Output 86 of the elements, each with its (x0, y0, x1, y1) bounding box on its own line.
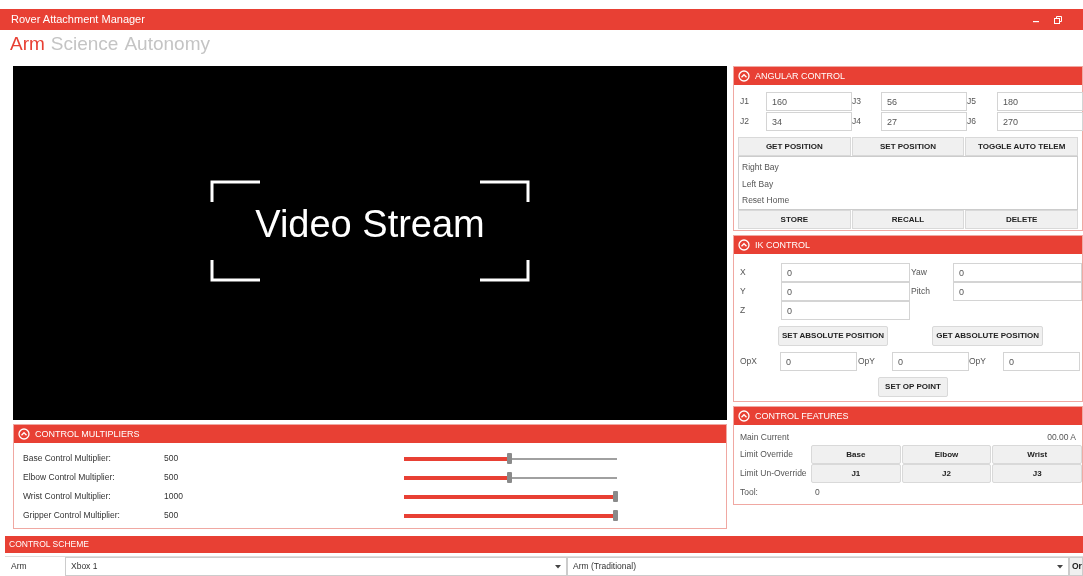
panel-title: CONTROL FEATURES (755, 411, 849, 421)
field-label: J1 (740, 95, 750, 108)
field-label: J6 (967, 115, 977, 128)
value-text: 00.00 A (1047, 430, 1076, 444)
input-field[interactable]: 0 (781, 301, 910, 320)
button[interactable]: Base (811, 445, 901, 464)
window-title: Rover Attachment Manager (11, 12, 145, 28)
input-field[interactable]: 56 (881, 92, 967, 111)
collapse-icon (738, 70, 750, 82)
panel-title: CONTROL MULTIPLIERS (35, 429, 140, 439)
button[interactable]: GET ABSOLUTE POSITION (932, 326, 1043, 346)
field-label: OpY (858, 355, 876, 368)
button[interactable]: SET OP POINT (878, 377, 948, 397)
panel-title: CONTROL SCHEME (9, 538, 89, 551)
field-label: Base Control Multiplier: (23, 452, 112, 465)
caret-icon (555, 564, 561, 569)
value-text: 1000 (164, 490, 184, 503)
dropdown[interactable]: Xbox 1 (65, 557, 567, 576)
field-label: J4 (852, 115, 862, 128)
input-field[interactable]: 0 (1003, 352, 1080, 371)
list-item[interactable]: Right Bay (739, 159, 1077, 176)
dropdown-value: Arm (Traditional) (573, 560, 636, 573)
button[interactable]: STORE (738, 210, 851, 229)
restore-icon (1054, 15, 1062, 24)
field-label: OpX (740, 355, 758, 368)
list-item[interactable]: Reset Home (739, 192, 1077, 209)
button[interactable]: DELETE (965, 210, 1078, 229)
field-label: J5 (967, 95, 977, 108)
input-field[interactable]: 180 (997, 92, 1083, 111)
panel-title: IK CONTROL (755, 240, 810, 250)
video-label: Video Stream (255, 205, 485, 243)
field-label: Yaw (911, 266, 928, 279)
collapse-icon (738, 239, 750, 251)
button[interactable]: J3 (992, 464, 1082, 483)
button[interactable]: TOGGLE AUTO TELEM (965, 137, 1078, 156)
button[interactable]: J2 (901, 464, 992, 483)
input-field[interactable]: 0 (781, 263, 910, 282)
button[interactable]: RECALL (851, 210, 965, 229)
input-field[interactable]: 27 (881, 112, 967, 131)
slider-thumb[interactable] (506, 471, 512, 483)
field-label: Gripper Control Multiplier: (23, 509, 121, 522)
slider-thumb[interactable] (613, 509, 618, 521)
field-label: Y (740, 285, 747, 298)
button[interactable]: SET ABSOLUTE POSITION (778, 326, 888, 346)
dropdown-value: Xbox 1 (71, 560, 98, 573)
field-label: Wrist Control Multiplier: (23, 490, 112, 503)
field-label: Limit Override (740, 448, 794, 461)
input-field[interactable]: 34 (766, 112, 852, 131)
value-text: 500 (164, 509, 180, 522)
frame-corners-icon (210, 180, 530, 282)
panel-title: ANGULAR CONTROL (755, 71, 845, 81)
button[interactable]: Or (1069, 557, 1083, 576)
value-text: 500 (164, 452, 180, 465)
collapse-icon (738, 410, 750, 422)
input-field[interactable]: 0 (953, 282, 1082, 301)
list-item[interactable]: Left Bay (739, 175, 1077, 193)
field-label: Arm (10, 560, 28, 573)
input-field[interactable]: 270 (997, 112, 1083, 131)
button[interactable]: J1 (811, 464, 901, 483)
field-label: Z (740, 304, 747, 317)
field-label: J3 (852, 95, 862, 108)
button[interactable]: Elbow (901, 445, 992, 464)
field-label: X (740, 266, 747, 279)
field-label: Limit Un-Override (740, 467, 808, 480)
field-label: Main Current (740, 430, 790, 444)
tab[interactable]: Arm (10, 34, 45, 53)
slider-thumb[interactable] (613, 490, 618, 502)
value-text: 500 (164, 471, 180, 484)
button[interactable]: GET POSITION (738, 137, 851, 156)
button[interactable]: SET POSITION (851, 137, 965, 156)
input-field[interactable]: 0 (892, 352, 969, 371)
field-label: Tool: (740, 485, 759, 499)
slider-thumb[interactable] (506, 452, 512, 464)
value-text: 0 (815, 485, 820, 499)
input-field[interactable]: 0 (780, 352, 857, 371)
dropdown[interactable]: Arm (Traditional) (567, 557, 1069, 576)
field-label: OpY (969, 355, 987, 368)
input-field[interactable]: 0 (781, 282, 910, 301)
input-field[interactable]: 160 (766, 92, 852, 111)
caret-icon (1057, 564, 1063, 569)
button[interactable]: Wrist (992, 445, 1082, 464)
collapse-icon (18, 428, 30, 440)
input-field[interactable]: 0 (953, 263, 1082, 282)
field-label: J2 (740, 115, 750, 128)
field-label: Elbow Control Multiplier: (23, 471, 116, 484)
field-label: Pitch (911, 285, 931, 298)
